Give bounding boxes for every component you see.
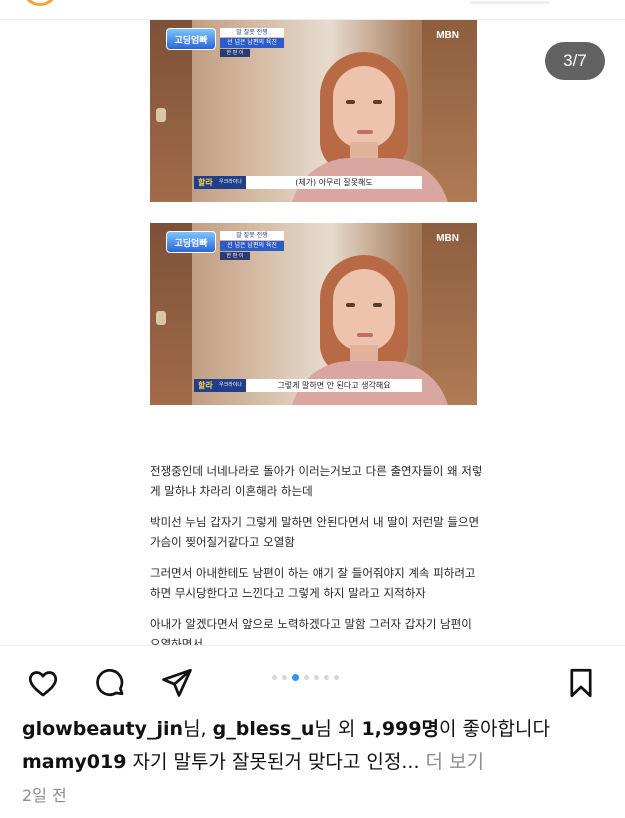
likes-text: 이 좋아합니다 [439, 718, 550, 740]
caption-text: 자기 말투가 잘못된거 맞다고 인정... [126, 751, 420, 773]
channel-logo: MBN [436, 30, 459, 41]
post-caption: mamy019 자기 말투가 잘못된거 맞다고 인정... 더 보기 [22, 747, 484, 774]
speaker-origin: 우크라이나 [219, 179, 243, 185]
divider [0, 645, 625, 646]
likes-text: 님, [183, 718, 213, 740]
show-caption: 말 잘못 전쟁 [220, 231, 284, 240]
person-mouth [357, 130, 373, 134]
carousel-dot [304, 675, 309, 680]
carousel-dot [314, 675, 319, 680]
liker-username[interactable]: g_bless_u [213, 718, 315, 740]
post-paragraph: 박미선 누님 갑자기 그렇게 말하면 안된다면서 내 딸이 저런말 들으면 가슴… [150, 515, 480, 549]
comment-button[interactable] [90, 663, 130, 703]
person-face [333, 269, 395, 351]
carousel-dot [324, 675, 329, 680]
person-face [333, 66, 395, 148]
carousel-counter: 3/7 [545, 42, 605, 80]
person-eye [346, 303, 355, 307]
post-body-text: 전쟁중인데 너네나라로 돌아가 이러는거보고 다른 출연자들이 왜 저렇게 말하… [150, 462, 485, 645]
person-eye [373, 303, 382, 307]
show-caption: 한 판 이 [220, 49, 250, 57]
post-paragraph: 전쟁중인데 너네나라로 돌아가 이러는거보고 다른 출연자들이 왜 저렇게 말하… [150, 464, 483, 498]
carousel-dots [272, 674, 339, 681]
show-caption: 선 넘은 남편의 육진 [220, 38, 284, 48]
carousel-dot [272, 675, 277, 680]
tv-frame-2: 고딩엄빠 말 잘못 전쟁 선 넘은 남편의 육진 한 판 이 MBN 할라 우크… [150, 223, 477, 405]
likes-count[interactable]: 1,999명 [361, 718, 439, 740]
top-app-strip [0, 0, 625, 20]
show-caption: 한 판 이 [220, 252, 250, 260]
liker-username[interactable]: glowbeauty_jin [22, 718, 183, 740]
door-knob [156, 311, 166, 325]
subtitle-text: (제가) 아무리 잘못해도 [246, 176, 422, 189]
person-eye [346, 100, 355, 104]
bookmark-icon [570, 668, 592, 698]
more-link[interactable]: 더 보기 [420, 751, 485, 773]
subtitle-text: 그렇게 말하면 안 된다고 생각해요 [246, 379, 422, 392]
door-knob [156, 108, 166, 122]
likes-summary: glowbeauty_jin님, g_bless_u님 외 1,999명이 좋아… [22, 714, 550, 741]
post-carousel-image[interactable]: 고딩엄빠 말 잘못 전쟁 선 넘은 남편의 육진 한 판 이 MBN 할라 우크… [0, 20, 625, 645]
person-eye [373, 100, 382, 104]
person-mouth [357, 333, 373, 337]
caption-username[interactable]: mamy019 [22, 751, 126, 773]
heart-outline-icon [28, 671, 58, 697]
show-caption: 말 잘못 전쟁 [220, 28, 284, 37]
post-paragraph: 그러면서 아내한테도 남편이 하는 얘기 잘 들어줘야지 계속 피하려고 하면 … [150, 566, 476, 600]
show-logo: 고딩엄빠 [166, 231, 216, 253]
post-paragraph: 아내가 알겠다면서 앞으로 노력하겠다고 말함 그러자 갑자기 남편이 오열하면… [150, 617, 472, 645]
comment-bubble-icon [96, 668, 124, 697]
post-timestamp: 2일 전 [22, 786, 67, 805]
channel-logo: MBN [436, 233, 459, 244]
tv-frame-1: 고딩엄빠 말 잘못 전쟁 선 넘은 남편의 육진 한 판 이 MBN 할라 우크… [150, 20, 477, 202]
carousel-dot [282, 675, 287, 680]
show-logo: 고딩엄빠 [166, 28, 216, 50]
carousel-dot [334, 675, 339, 680]
like-button[interactable] [23, 663, 63, 703]
paper-plane-icon [162, 668, 192, 697]
share-button[interactable] [157, 663, 197, 703]
likes-text: 님 외 [314, 718, 362, 740]
show-caption: 선 넘은 남편의 육진 [220, 241, 284, 251]
story-ring-avatar[interactable] [22, 0, 58, 6]
speaker-origin: 우크라이나 [219, 382, 243, 388]
save-button[interactable] [561, 663, 601, 703]
carousel-dot-active [292, 674, 299, 681]
top-bar-divider [470, 1, 550, 4]
